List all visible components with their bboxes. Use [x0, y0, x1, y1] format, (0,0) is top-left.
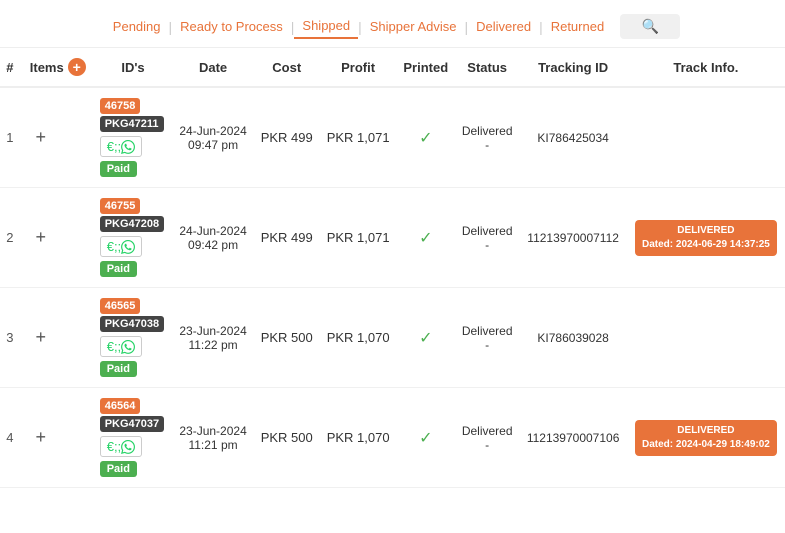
col-header-items: Items +	[20, 48, 94, 87]
status-cell: Delivered-	[455, 388, 519, 488]
items-cell: +	[20, 288, 94, 388]
profit-cell: PKR 1,070	[320, 288, 397, 388]
table-wrapper: # Items + ID's Date Cost Profit Printed …	[0, 48, 785, 488]
expand-row-button[interactable]: +	[30, 227, 52, 249]
track-info-badge[interactable]: DELIVEREDDated: 2024-04-29 18:49:02	[635, 420, 777, 456]
row-num: 3	[0, 288, 20, 388]
add-items-icon[interactable]: +	[68, 58, 86, 76]
col-header-tracking: Tracking ID	[519, 48, 626, 87]
table-row: 3 + 46565 PKG47038 €;; Paid 23-Jun-20241…	[0, 288, 785, 388]
nav-shipped[interactable]: Shipped	[294, 14, 358, 39]
track-info-cell: DELIVEREDDated: 2024-06-29 14:37:25	[627, 188, 785, 288]
search-icon: 🔍	[641, 18, 658, 35]
check-icon: ✓	[419, 230, 432, 247]
search-button[interactable]: 🔍	[620, 14, 680, 39]
pkg-id-badge: PKG47211	[100, 116, 164, 132]
items-cell: +	[20, 87, 94, 188]
col-header-track-info: Track Info.	[627, 48, 785, 87]
whatsapp-button[interactable]: €;;	[100, 336, 142, 357]
check-icon: ✓	[419, 430, 432, 447]
nav-delivered[interactable]: Delivered	[468, 15, 539, 38]
pkg-id-badge: PKG47037	[100, 416, 164, 432]
date-cell: 24-Jun-202409:47 pm	[172, 87, 254, 188]
track-info-badge[interactable]: DELIVEREDDated: 2024-06-29 14:37:25	[635, 220, 777, 256]
id-cell: 46565 PKG47038 €;; Paid	[94, 288, 173, 388]
tracking-id-cell: KI786039028	[519, 288, 626, 388]
date-cell: 23-Jun-202411:21 pm	[172, 388, 254, 488]
status-cell: Delivered-	[455, 87, 519, 188]
date-cell: 23-Jun-202411:22 pm	[172, 288, 254, 388]
nav-shipper-advise[interactable]: Shipper Advise	[362, 15, 465, 38]
profit-cell: PKR 1,071	[320, 87, 397, 188]
cost-cell: PKR 500	[254, 388, 320, 488]
order-id-badge: 46758	[100, 98, 141, 114]
paid-badge: Paid	[100, 261, 137, 277]
tracking-id-cell: KI786425034	[519, 87, 626, 188]
row-num: 2	[0, 188, 20, 288]
items-cell: +	[20, 388, 94, 488]
col-header-status: Status	[455, 48, 519, 87]
id-cell: 46758 PKG47211 €;; Paid	[94, 87, 173, 188]
track-info-cell	[627, 288, 785, 388]
cost-cell: PKR 499	[254, 188, 320, 288]
row-num: 1	[0, 87, 20, 188]
status-cell: Delivered-	[455, 288, 519, 388]
cost-cell: PKR 499	[254, 87, 320, 188]
track-info-cell: DELIVEREDDated: 2024-04-29 18:49:02	[627, 388, 785, 488]
paid-badge: Paid	[100, 361, 137, 377]
track-info-cell	[627, 87, 785, 188]
top-nav: Pending | Ready to Process | Shipped | S…	[0, 0, 785, 48]
check-icon: ✓	[419, 330, 432, 347]
printed-cell: ✓	[397, 188, 455, 288]
profit-cell: PKR 1,070	[320, 388, 397, 488]
tracking-id-cell: 11213970007112	[519, 188, 626, 288]
date-cell: 24-Jun-202409:42 pm	[172, 188, 254, 288]
items-cell: +	[20, 188, 94, 288]
col-header-profit: Profit	[320, 48, 397, 87]
paid-badge: Paid	[100, 461, 137, 477]
table-row: 4 + 46564 PKG47037 €;; Paid 23-Jun-20241…	[0, 388, 785, 488]
whatsapp-button[interactable]: €;;	[100, 236, 142, 257]
paid-badge: Paid	[100, 161, 137, 177]
profit-cell: PKR 1,071	[320, 188, 397, 288]
whatsapp-button[interactable]: €;;	[100, 136, 142, 157]
order-id-badge: 46565	[100, 298, 141, 314]
status-cell: Delivered-	[455, 188, 519, 288]
nav-ready[interactable]: Ready to Process	[172, 15, 291, 38]
id-cell: 46755 PKG47208 €;; Paid	[94, 188, 173, 288]
col-header-cost: Cost	[254, 48, 320, 87]
col-header-ids: ID's	[94, 48, 173, 87]
printed-cell: ✓	[397, 388, 455, 488]
whatsapp-button[interactable]: €;;	[100, 436, 142, 457]
tracking-id-cell: 11213970007106	[519, 388, 626, 488]
printed-cell: ✓	[397, 288, 455, 388]
expand-row-button[interactable]: +	[30, 427, 52, 449]
id-cell: 46564 PKG47037 €;; Paid	[94, 388, 173, 488]
row-num: 4	[0, 388, 20, 488]
nav-returned[interactable]: Returned	[543, 15, 612, 38]
col-header-num: #	[0, 48, 20, 87]
pkg-id-badge: PKG47038	[100, 316, 164, 332]
col-header-date: Date	[172, 48, 254, 87]
expand-row-button[interactable]: +	[30, 327, 52, 349]
expand-row-button[interactable]: +	[30, 127, 52, 149]
nav-pending[interactable]: Pending	[105, 15, 169, 38]
pkg-id-badge: PKG47208	[100, 216, 164, 232]
table-row: 1 + 46758 PKG47211 €;; Paid 24-Jun-20240…	[0, 87, 785, 188]
items-label: Items	[30, 60, 64, 75]
printed-cell: ✓	[397, 87, 455, 188]
check-icon: ✓	[419, 130, 432, 147]
order-id-badge: 46755	[100, 198, 141, 214]
col-header-printed: Printed	[397, 48, 455, 87]
table-row: 2 + 46755 PKG47208 €;; Paid 24-Jun-20240…	[0, 188, 785, 288]
cost-cell: PKR 500	[254, 288, 320, 388]
order-id-badge: 46564	[100, 398, 141, 414]
